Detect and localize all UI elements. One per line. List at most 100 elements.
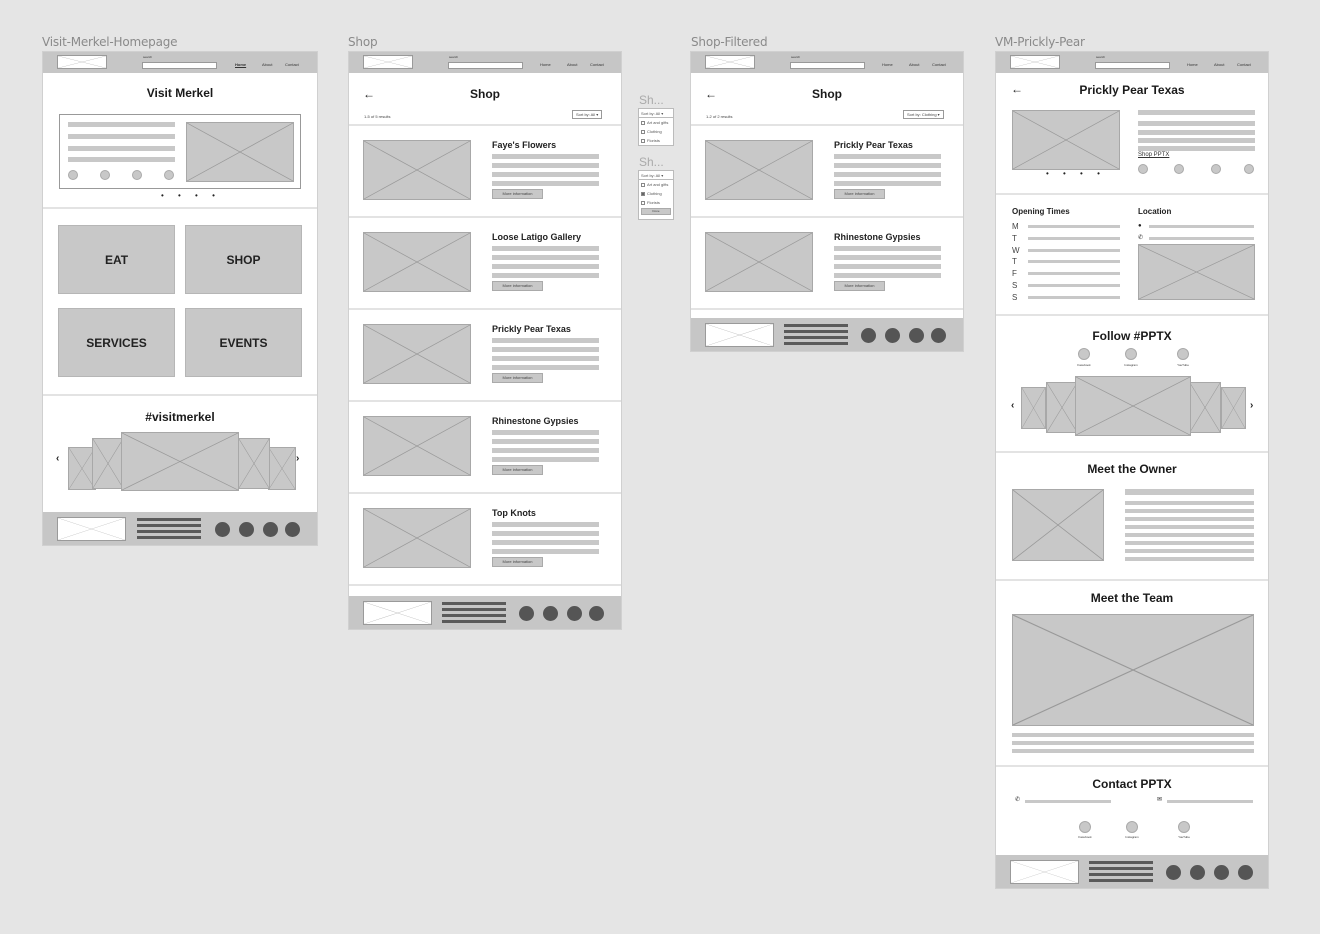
facebook-icon[interactable]	[1079, 821, 1091, 833]
nav-home[interactable]: Home	[540, 62, 551, 67]
footer-social-icon[interactable]	[909, 328, 924, 343]
footer-link-line[interactable]	[784, 342, 848, 345]
sort-dropdown[interactable]: Sort by: All ▾	[572, 110, 603, 119]
tile-events[interactable]: EVENTS	[185, 308, 302, 377]
shop-list-item[interactable]: Rhinestone Gypsies More information	[349, 402, 621, 494]
footer-social-icon[interactable]	[543, 606, 558, 621]
footer-social-icon[interactable]	[1214, 865, 1229, 880]
search-input[interactable]	[142, 62, 217, 69]
nav-home[interactable]: Home	[1187, 62, 1198, 67]
logo-placeholder[interactable]	[705, 55, 755, 69]
logo-placeholder[interactable]	[1010, 55, 1060, 69]
carousel-dots[interactable]: • • • •	[161, 191, 221, 200]
nav-contact[interactable]: Contact	[285, 62, 299, 67]
filter-option[interactable]: Florists	[639, 198, 673, 207]
checkbox[interactable]	[641, 200, 645, 205]
footer-link-line[interactable]	[137, 536, 201, 539]
carousel-dots[interactable]: • • • •	[1046, 169, 1106, 178]
carousel-prev-icon[interactable]: ‹	[56, 453, 59, 464]
carousel-next-icon[interactable]: ›	[1250, 400, 1253, 411]
facebook-icon[interactable]	[1078, 348, 1090, 360]
tile-services[interactable]: SERVICES	[58, 308, 175, 377]
nav-home[interactable]: Home	[882, 62, 893, 67]
search-input[interactable]	[448, 62, 523, 69]
footer-social-icon[interactable]	[1166, 865, 1181, 880]
shop-pptx-link[interactable]: Shop PPTX	[1138, 152, 1169, 158]
footer-link-line[interactable]	[1089, 873, 1153, 876]
footer-social-icon[interactable]	[1190, 865, 1205, 880]
logo-placeholder[interactable]	[363, 55, 413, 69]
footer-link-line[interactable]	[784, 330, 848, 333]
checkbox-checked[interactable]	[641, 191, 645, 196]
done-button[interactable]: Done	[641, 208, 671, 215]
footer-link-line[interactable]	[1089, 861, 1153, 864]
filter-option[interactable]: Art and gifts	[639, 180, 673, 189]
nav-contact[interactable]: Contact	[932, 62, 946, 67]
footer-link-line[interactable]	[137, 530, 201, 533]
shop-item-title[interactable]: Prickly Pear Texas	[834, 140, 913, 150]
footer-link-line[interactable]	[442, 614, 506, 617]
checkbox[interactable]	[641, 120, 645, 125]
footer-social-icon[interactable]	[931, 328, 946, 343]
checkbox[interactable]	[641, 182, 645, 187]
carousel-next-icon[interactable]: ›	[296, 453, 299, 464]
tile-shop[interactable]: SHOP	[185, 225, 302, 294]
tile-eat[interactable]: EAT	[58, 225, 175, 294]
footer-link-line[interactable]	[442, 602, 506, 605]
footer-social-icon[interactable]	[519, 606, 534, 621]
hero-circle[interactable]	[68, 170, 78, 180]
hero-circle[interactable]	[164, 170, 174, 180]
logo-placeholder[interactable]	[57, 55, 107, 69]
filter-option[interactable]: Florists	[639, 136, 673, 145]
hero-carousel[interactable]	[59, 114, 301, 189]
footer-link-line[interactable]	[1089, 879, 1153, 882]
checkbox[interactable]	[641, 138, 645, 143]
shop-list-item[interactable]: Prickly Pear Texas More information	[691, 126, 963, 218]
sort-dropdown[interactable]: Sort by: Clothing ▾	[903, 110, 944, 119]
filter-option[interactable]: Clothing	[639, 189, 673, 198]
hero-circle[interactable]	[100, 170, 110, 180]
shop-list-item[interactable]: Rhinestone Gypsies More information	[691, 218, 963, 310]
shop-list-item[interactable]: Top Knots More information	[349, 494, 621, 586]
more-information-button[interactable]: More information	[834, 281, 885, 291]
more-information-button[interactable]: More information	[492, 465, 543, 475]
checkbox[interactable]	[641, 129, 645, 134]
social-circle[interactable]	[1174, 164, 1184, 174]
filter-option[interactable]: Art and gifts	[639, 118, 673, 127]
footer-social-icon[interactable]	[567, 606, 582, 621]
instagram-icon[interactable]	[1125, 348, 1137, 360]
shop-item-title[interactable]: Loose Latigo Gallery	[492, 232, 581, 242]
shop-list-item[interactable]: Faye's Flowers More information	[349, 126, 621, 218]
sort-select[interactable]: Sort by: All ▾	[639, 109, 673, 118]
footer-social-icon[interactable]	[885, 328, 900, 343]
nav-about[interactable]: About	[909, 62, 919, 67]
more-information-button[interactable]: More information	[492, 189, 543, 199]
footer-link-line[interactable]	[137, 524, 201, 527]
nav-home[interactable]: Home	[235, 62, 246, 67]
footer-link-line[interactable]	[784, 336, 848, 339]
more-information-button[interactable]: More information	[492, 557, 543, 567]
youtube-icon[interactable]	[1178, 821, 1190, 833]
map-placeholder[interactable]	[1138, 244, 1255, 300]
footer-social-icon[interactable]	[263, 522, 278, 537]
shop-list-item[interactable]: Loose Latigo Gallery More information	[349, 218, 621, 310]
footer-link-line[interactable]	[784, 324, 848, 327]
nav-contact[interactable]: Contact	[1237, 62, 1251, 67]
shop-item-title[interactable]: Rhinestone Gypsies	[492, 416, 579, 426]
nav-about[interactable]: About	[262, 62, 272, 67]
instagram-icon[interactable]	[1126, 821, 1138, 833]
nav-about[interactable]: About	[1214, 62, 1224, 67]
shop-item-title[interactable]: Rhinestone Gypsies	[834, 232, 921, 242]
more-information-button[interactable]: More information	[834, 189, 885, 199]
carousel-prev-icon[interactable]: ‹	[1011, 400, 1014, 411]
filter-option[interactable]: Clothing	[639, 127, 673, 136]
shop-list-item[interactable]: Prickly Pear Texas More information	[349, 310, 621, 402]
footer-link-line[interactable]	[1089, 867, 1153, 870]
social-circle[interactable]	[1211, 164, 1221, 174]
more-information-button[interactable]: More information	[492, 281, 543, 291]
sort-select[interactable]: Sort by: All ▾	[639, 171, 673, 180]
shop-item-title[interactable]: Prickly Pear Texas	[492, 324, 571, 334]
shop-item-title[interactable]: Top Knots	[492, 508, 536, 518]
search-input[interactable]	[1095, 62, 1170, 69]
footer-social-icon[interactable]	[861, 328, 876, 343]
